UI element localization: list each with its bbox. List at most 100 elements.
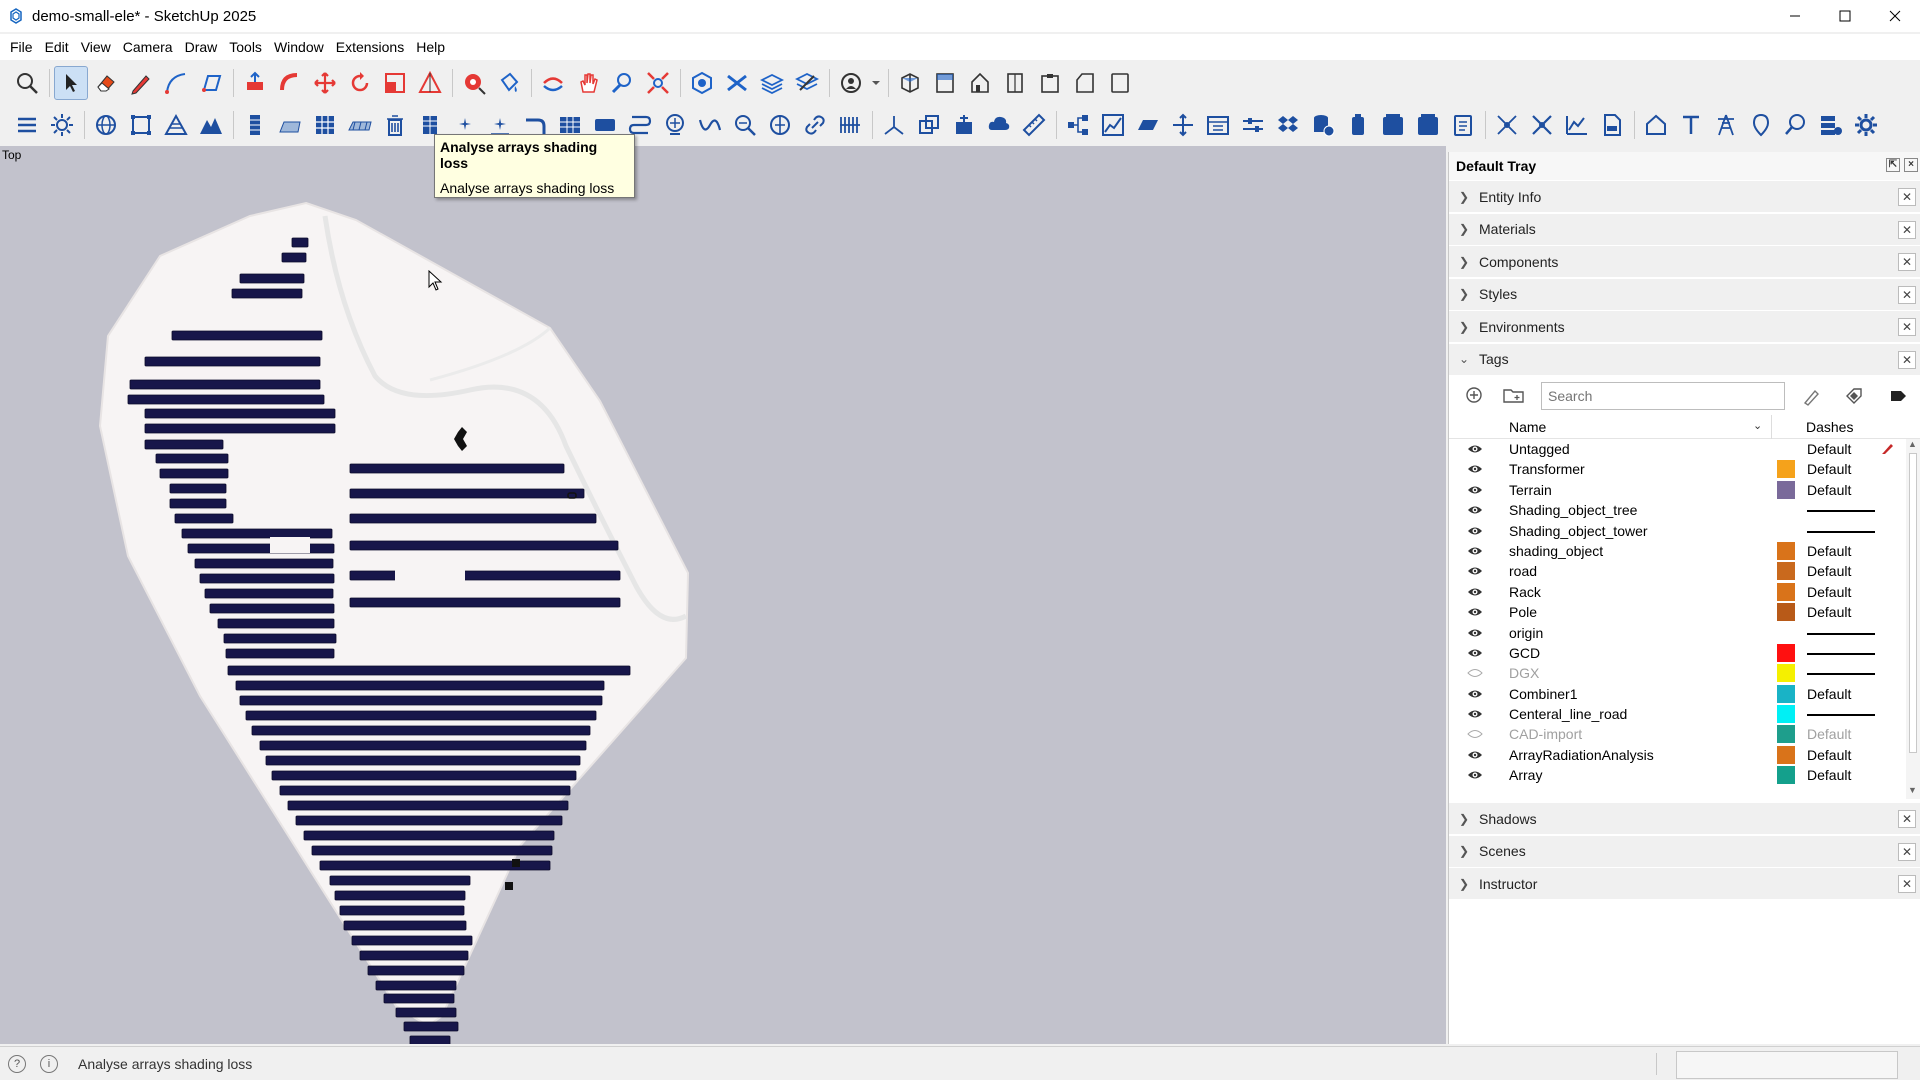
tag-color-swatch[interactable] — [1777, 684, 1795, 703]
warehouse-button[interactable] — [685, 66, 719, 100]
tag-row[interactable]: Array Default — [1449, 765, 1920, 785]
eye-icon[interactable] — [1467, 768, 1483, 782]
scale-tool-button[interactable] — [378, 66, 412, 100]
ext-clipboard-button[interactable] — [1446, 108, 1480, 142]
tag-dash-line[interactable] — [1807, 510, 1875, 513]
array-row[interactable] — [144, 408, 336, 419]
ext-settings-button[interactable] — [1849, 108, 1883, 142]
ext-grid-array-button[interactable] — [308, 108, 342, 142]
tags-scrollbar[interactable]: ▲ ▼ — [1906, 439, 1920, 799]
ext-slider-button[interactable] — [1236, 108, 1270, 142]
array-row[interactable] — [171, 330, 323, 341]
array-row[interactable] — [144, 439, 224, 450]
array-row[interactable] — [199, 573, 335, 584]
array-row[interactable] — [194, 558, 334, 569]
zoom-extents-button[interactable] — [641, 66, 675, 100]
menu-draw[interactable]: Draw — [179, 39, 224, 55]
push-pull-tool-button[interactable] — [238, 66, 272, 100]
tag-name[interactable]: DGX — [1509, 665, 1539, 681]
array-row[interactable] — [169, 498, 227, 509]
measurements-box[interactable] — [1676, 1051, 1898, 1079]
tag-name[interactable]: road — [1509, 563, 1537, 579]
add-tag-folder-button[interactable] — [1501, 382, 1527, 408]
tag-row[interactable]: road Default — [1449, 561, 1920, 581]
array-row[interactable] — [235, 680, 605, 691]
tag-name[interactable]: Combiner1 — [1509, 686, 1577, 702]
eye-icon[interactable] — [1467, 687, 1483, 701]
tag-name[interactable]: Array — [1509, 767, 1542, 783]
ext-tower-button[interactable] — [1709, 108, 1743, 142]
menu-view[interactable]: View — [75, 39, 117, 55]
rectangle-tool-button[interactable] — [194, 66, 228, 100]
array-row[interactable] — [359, 950, 469, 961]
tag-dashes[interactable]: Default — [1807, 563, 1851, 579]
ext-text-button[interactable] — [1674, 108, 1708, 142]
tag-row[interactable]: CAD-import Default — [1449, 724, 1920, 744]
tag-row[interactable]: Rack Default — [1449, 582, 1920, 602]
ext-terrain-button[interactable] — [159, 108, 193, 142]
tag-color-swatch[interactable] — [1777, 460, 1795, 479]
tag-color-swatch[interactable] — [1777, 725, 1795, 744]
panel-scenes[interactable]: ❯ Scenes ✕ — [1449, 834, 1920, 867]
iso-view-button[interactable] — [893, 66, 927, 100]
array-row[interactable] — [349, 570, 621, 581]
tray-close-button[interactable]: × — [1904, 158, 1918, 172]
panel-close-button[interactable]: ✕ — [1898, 285, 1916, 304]
ext-transformer-button[interactable] — [947, 108, 981, 142]
ext-search-button[interactable] — [1779, 108, 1813, 142]
tag-name[interactable]: Shading_object_tree — [1509, 502, 1637, 518]
ext-profile-button[interactable] — [1560, 108, 1594, 142]
tag-dashes[interactable]: Default — [1807, 767, 1851, 783]
ext-calendar-button[interactable] — [1201, 108, 1235, 142]
tag-name[interactable]: GCD — [1509, 645, 1540, 661]
array-row[interactable] — [367, 965, 465, 976]
ext-link-button[interactable] — [798, 108, 832, 142]
array-row[interactable] — [127, 394, 325, 405]
panel-close-button[interactable]: ✕ — [1898, 842, 1916, 861]
array-row[interactable] — [259, 740, 587, 751]
array-row[interactable] — [271, 770, 577, 781]
scroll-up-icon[interactable]: ▲ — [1908, 439, 1917, 449]
array-row[interactable] — [239, 695, 603, 706]
eye-icon[interactable] — [1467, 646, 1483, 660]
rotate-tool-button[interactable] — [343, 66, 377, 100]
tag-row[interactable]: Centeral_line_road — [1449, 704, 1920, 724]
menu-window[interactable]: Window — [268, 39, 330, 55]
tag-row[interactable]: Combiner1 Default — [1449, 684, 1920, 704]
array-row[interactable] — [223, 633, 337, 644]
array-row[interactable] — [349, 597, 621, 608]
tag-color-swatch[interactable] — [1777, 705, 1795, 724]
ext-copy-button[interactable] — [912, 108, 946, 142]
tag-dashes[interactable]: Default — [1807, 461, 1851, 477]
tag-dashes[interactable]: Default — [1807, 441, 1851, 457]
array-row[interactable] — [251, 725, 591, 736]
menu-edit[interactable]: Edit — [39, 39, 75, 55]
array-row[interactable] — [295, 815, 563, 826]
ext-delete-button[interactable] — [378, 108, 412, 142]
panel-shadows[interactable]: ❯ Shadows ✕ — [1449, 802, 1920, 834]
panel-materials[interactable]: ❯ Materials ✕ — [1449, 212, 1920, 245]
eye-icon[interactable] — [1467, 564, 1483, 578]
panel-tags[interactable]: ⌄ Tags ✕ — [1449, 342, 1920, 375]
move-tool-button[interactable] — [308, 66, 342, 100]
ext-network-button[interactable] — [1490, 108, 1524, 142]
tag-dash-line[interactable] — [1807, 530, 1875, 533]
tag-color-swatch[interactable] — [1777, 643, 1795, 662]
ext-battery-button[interactable] — [1341, 108, 1375, 142]
tag-row[interactable]: Shading_object_tower — [1449, 521, 1920, 541]
ext-wave-button[interactable] — [693, 108, 727, 142]
zoom-tool-button[interactable] — [606, 66, 640, 100]
ext-database-button[interactable] — [1306, 108, 1340, 142]
array-row[interactable] — [403, 1021, 459, 1032]
tag-row[interactable]: origin — [1449, 623, 1920, 643]
eye-icon[interactable] — [1467, 462, 1483, 476]
top-view-button[interactable] — [928, 66, 962, 100]
left-view-button[interactable] — [1068, 66, 1102, 100]
tag-tool-button[interactable] — [1841, 383, 1867, 409]
array-row[interactable] — [311, 845, 553, 856]
array-row[interactable] — [349, 540, 619, 551]
tag-dashes[interactable]: Default — [1807, 543, 1851, 559]
ext-cloud-cad-button[interactable] — [982, 108, 1016, 142]
tag-name[interactable]: CAD-import — [1509, 726, 1582, 742]
tag-row[interactable]: GCD — [1449, 643, 1920, 663]
